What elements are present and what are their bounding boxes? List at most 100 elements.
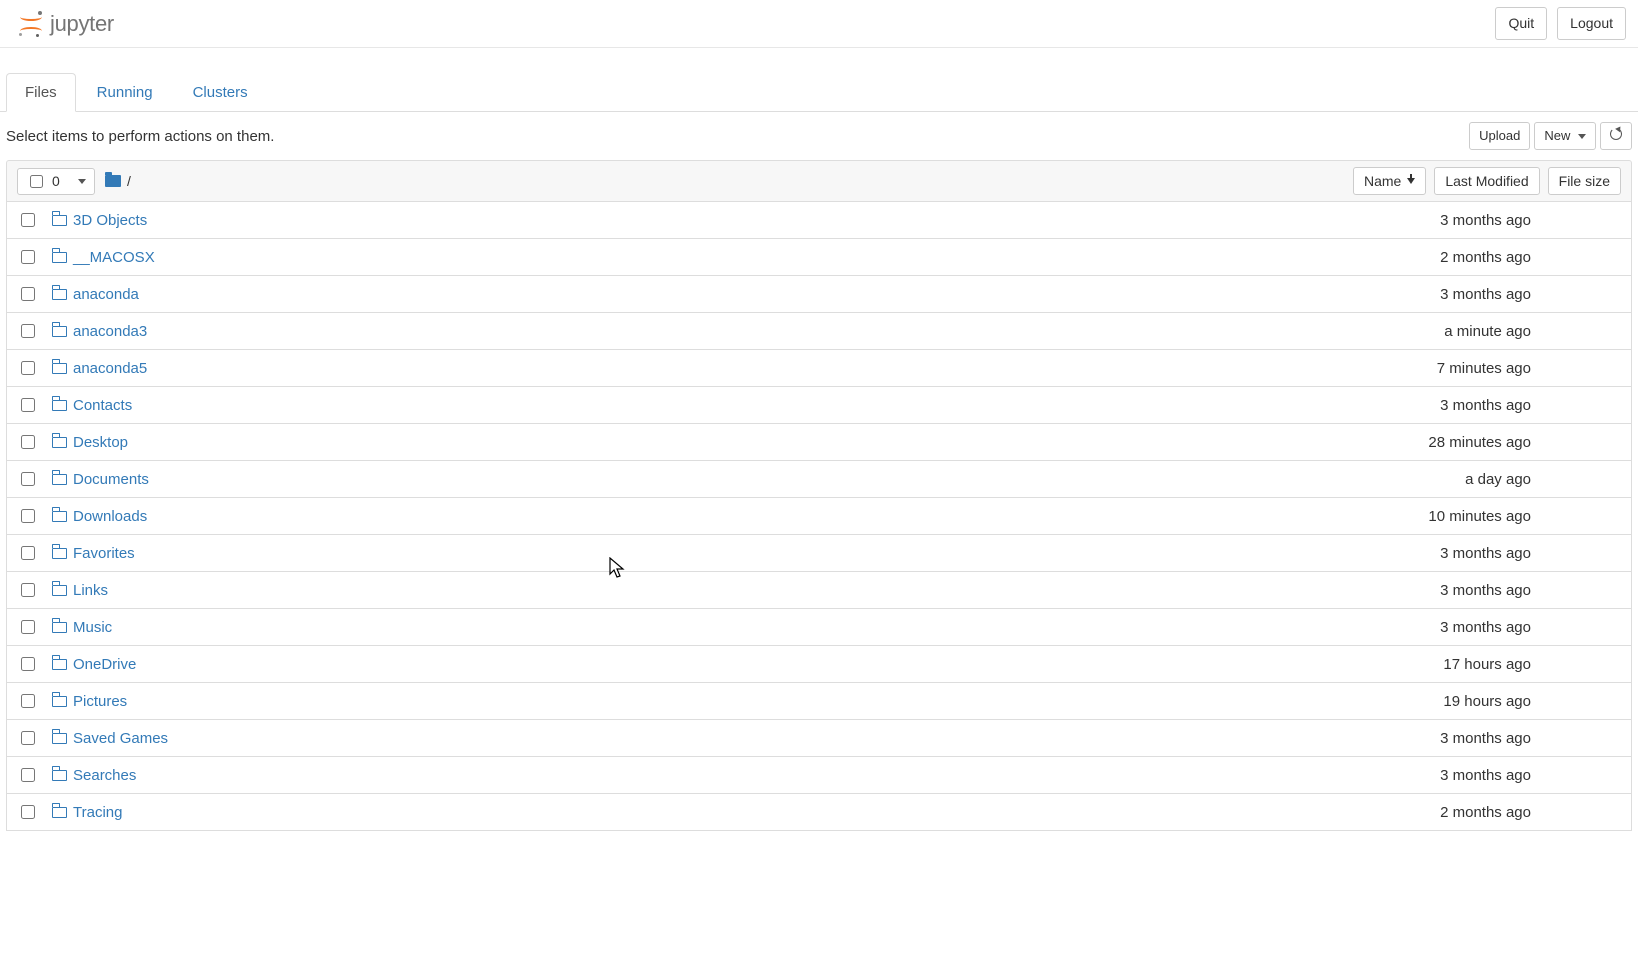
item-link[interactable]: Contacts [52, 397, 132, 414]
jupyter-logo-icon [18, 11, 44, 37]
select-all-checkbox[interactable] [30, 175, 43, 188]
sort-last-modified-button[interactable]: Last Modified [1434, 167, 1539, 195]
item-link[interactable]: anaconda [52, 286, 139, 303]
row-checkbox[interactable] [21, 509, 35, 523]
row-checkbox[interactable] [21, 472, 35, 486]
table-row: Music 3 months ago [6, 609, 1632, 646]
item-link[interactable]: Links [52, 582, 108, 599]
folder-icon [52, 511, 67, 522]
item-modified: 7 minutes ago [1347, 360, 1537, 377]
folder-icon [52, 622, 67, 633]
folder-icon [52, 696, 67, 707]
row-checkbox[interactable] [21, 435, 35, 449]
item-modified: 19 hours ago [1347, 693, 1537, 710]
item-name: Links [73, 582, 108, 599]
item-name: __MACOSX [73, 249, 155, 266]
row-checkbox[interactable] [21, 324, 35, 338]
row-checkbox[interactable] [21, 213, 35, 227]
folder-icon [52, 289, 67, 300]
table-row: Documents a day ago [6, 461, 1632, 498]
file-size-column-label: File size [1559, 173, 1610, 189]
table-row: Contacts3 months ago [6, 387, 1632, 424]
refresh-icon [1610, 128, 1622, 140]
item-name: Desktop [73, 434, 128, 451]
caret-down-icon [1578, 134, 1586, 139]
item-link[interactable]: Saved Games [52, 730, 168, 747]
file-list: 0 / Name Last Modified File size 3D Obje… [0, 160, 1638, 851]
item-name: Contacts [73, 397, 132, 414]
item-name: anaconda5 [73, 360, 147, 377]
last-modified-column-label: Last Modified [1445, 173, 1528, 189]
row-checkbox[interactable] [21, 694, 35, 708]
folder-icon[interactable] [105, 175, 121, 187]
tab-files[interactable]: Files [6, 73, 76, 112]
folder-icon [52, 215, 67, 226]
logout-button[interactable]: Logout [1557, 7, 1626, 41]
table-row: Tracing2 months ago [6, 794, 1632, 831]
upload-button[interactable]: Upload [1469, 122, 1530, 150]
folder-icon [52, 585, 67, 596]
row-checkbox[interactable] [21, 398, 35, 412]
sort-file-size-button[interactable]: File size [1548, 167, 1621, 195]
folder-icon [52, 252, 67, 263]
item-modified: 3 months ago [1347, 212, 1537, 229]
item-modified: a day ago [1347, 471, 1537, 488]
item-name: 3D Objects [73, 212, 147, 229]
table-row: Searches3 months ago [6, 757, 1632, 794]
item-name: Documents [73, 471, 149, 488]
breadcrumb: / [105, 173, 1343, 189]
item-name: Favorites [73, 545, 135, 562]
row-checkbox[interactable] [21, 583, 35, 597]
row-checkbox[interactable] [21, 546, 35, 560]
header-buttons: Quit Logout [1495, 7, 1626, 41]
row-checkbox[interactable] [21, 287, 35, 301]
item-modified: 3 months ago [1347, 619, 1537, 636]
item-link[interactable]: anaconda3 [52, 323, 147, 340]
item-link[interactable]: Favorites [52, 545, 135, 562]
item-link[interactable]: Desktop [52, 434, 128, 451]
folder-icon [52, 548, 67, 559]
item-link[interactable]: Tracing [52, 804, 122, 821]
refresh-button[interactable] [1600, 122, 1632, 150]
item-name: OneDrive [73, 656, 136, 673]
new-dropdown-button[interactable]: New [1534, 122, 1596, 150]
tab-running[interactable]: Running [78, 73, 172, 112]
row-checkbox[interactable] [21, 620, 35, 634]
tabbar: Files Running Clusters [0, 72, 1638, 112]
item-modified: 3 months ago [1347, 286, 1537, 303]
table-row: Pictures 19 hours ago [6, 683, 1632, 720]
item-modified: 17 hours ago [1347, 656, 1537, 673]
table-row: Links3 months ago [6, 572, 1632, 609]
item-link[interactable]: Downloads [52, 508, 147, 525]
item-link[interactable]: Music [52, 619, 112, 636]
file-list-header: 0 / Name Last Modified File size [6, 160, 1632, 202]
row-checkbox[interactable] [21, 657, 35, 671]
breadcrumb-root[interactable]: / [127, 173, 131, 189]
row-checkbox[interactable] [21, 805, 35, 819]
item-name: anaconda3 [73, 323, 147, 340]
row-checkbox[interactable] [21, 768, 35, 782]
row-checkbox[interactable] [21, 361, 35, 375]
jupyter-logo[interactable]: jupyter [18, 11, 114, 37]
folder-icon [52, 807, 67, 818]
item-link[interactable]: anaconda5 [52, 360, 147, 377]
selected-count: 0 [52, 173, 62, 189]
item-name: Tracing [73, 804, 122, 821]
item-link[interactable]: Documents [52, 471, 149, 488]
tab-clusters[interactable]: Clusters [174, 73, 267, 112]
item-link[interactable]: __MACOSX [52, 249, 155, 266]
quit-button[interactable]: Quit [1495, 7, 1547, 41]
item-link[interactable]: OneDrive [52, 656, 136, 673]
sort-name-button[interactable]: Name [1353, 167, 1426, 195]
item-name: Searches [73, 767, 136, 784]
item-link[interactable]: 3D Objects [52, 212, 147, 229]
row-checkbox[interactable] [21, 250, 35, 264]
table-row: Favorites 3 months ago [6, 535, 1632, 572]
item-name: Music [73, 619, 112, 636]
item-modified: 3 months ago [1347, 545, 1537, 562]
item-link[interactable]: Pictures [52, 693, 127, 710]
folder-icon [52, 363, 67, 374]
row-checkbox[interactable] [21, 731, 35, 745]
item-link[interactable]: Searches [52, 767, 136, 784]
select-all-dropdown[interactable]: 0 [17, 168, 95, 195]
